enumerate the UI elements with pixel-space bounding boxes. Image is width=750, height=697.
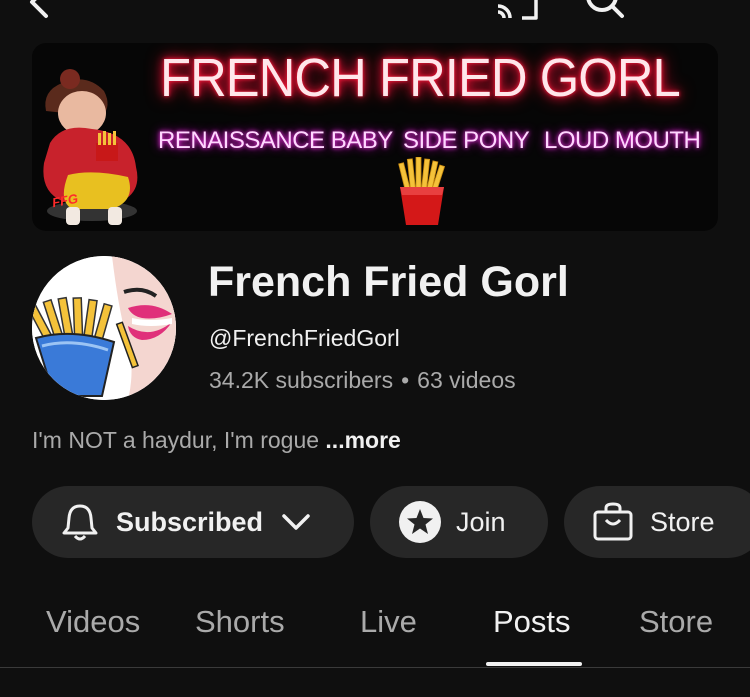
cast-icon[interactable] [494,0,542,20]
channel-banner: FFG FRENCH FRIED GORL RENAISSANCE BABY S… [32,43,718,231]
back-icon[interactable] [22,0,62,22]
banner-title: FRENCH FRIED GORL [160,48,681,108]
top-app-bar [0,0,750,30]
channel-name: French Fried Gorl [208,258,569,306]
tab-store[interactable]: Store [639,604,713,640]
store-label: Store [650,506,715,537]
avatar-fries-lips-illustration [32,256,176,400]
tab-live[interactable]: Live [360,604,417,640]
channel-avatar[interactable] [32,256,176,400]
tabs-divider [0,667,750,668]
join-button[interactable]: Join [370,486,548,558]
banner-tag: RENAISSANCE BABY [158,127,393,154]
tab-videos[interactable]: Videos [46,604,140,640]
tab-shorts[interactable]: Shorts [195,604,285,640]
banner-tag: LOUD MOUTH [544,127,701,154]
star-icon [399,501,441,543]
fries-icon [398,157,446,225]
active-tab-indicator [486,662,582,666]
channel-description[interactable]: I'm NOT a haydur, I'm rogue ...more [32,427,401,454]
subscribed-button[interactable]: Subscribed [32,486,354,558]
channel-tabs: Videos Shorts Live Posts Store [0,600,750,670]
join-label: Join [456,506,506,537]
tab-posts[interactable]: Posts [493,604,571,640]
more-link[interactable]: ...more [325,427,400,453]
channel-handle: @FrenchFriedGorl [209,325,400,351]
subscribed-label: Subscribed [116,506,264,537]
stats-separator: • [401,367,410,393]
store-button[interactable]: Store [564,486,750,558]
subscriber-count: 34.2K subscribers [209,367,394,393]
search-icon[interactable] [582,0,628,22]
shopping-bag-icon [593,502,633,541]
description-text: I'm NOT a haydur, I'm rogue [32,427,320,453]
channel-stats: 34.2K subscribers • 63 videos [209,367,516,394]
video-count: 63 videos [417,367,516,393]
chevron-down-icon [282,514,310,530]
banner-tag: SIDE PONY [403,127,530,154]
more-vertical-icon[interactable] [686,0,702,18]
bell-icon [62,504,98,541]
